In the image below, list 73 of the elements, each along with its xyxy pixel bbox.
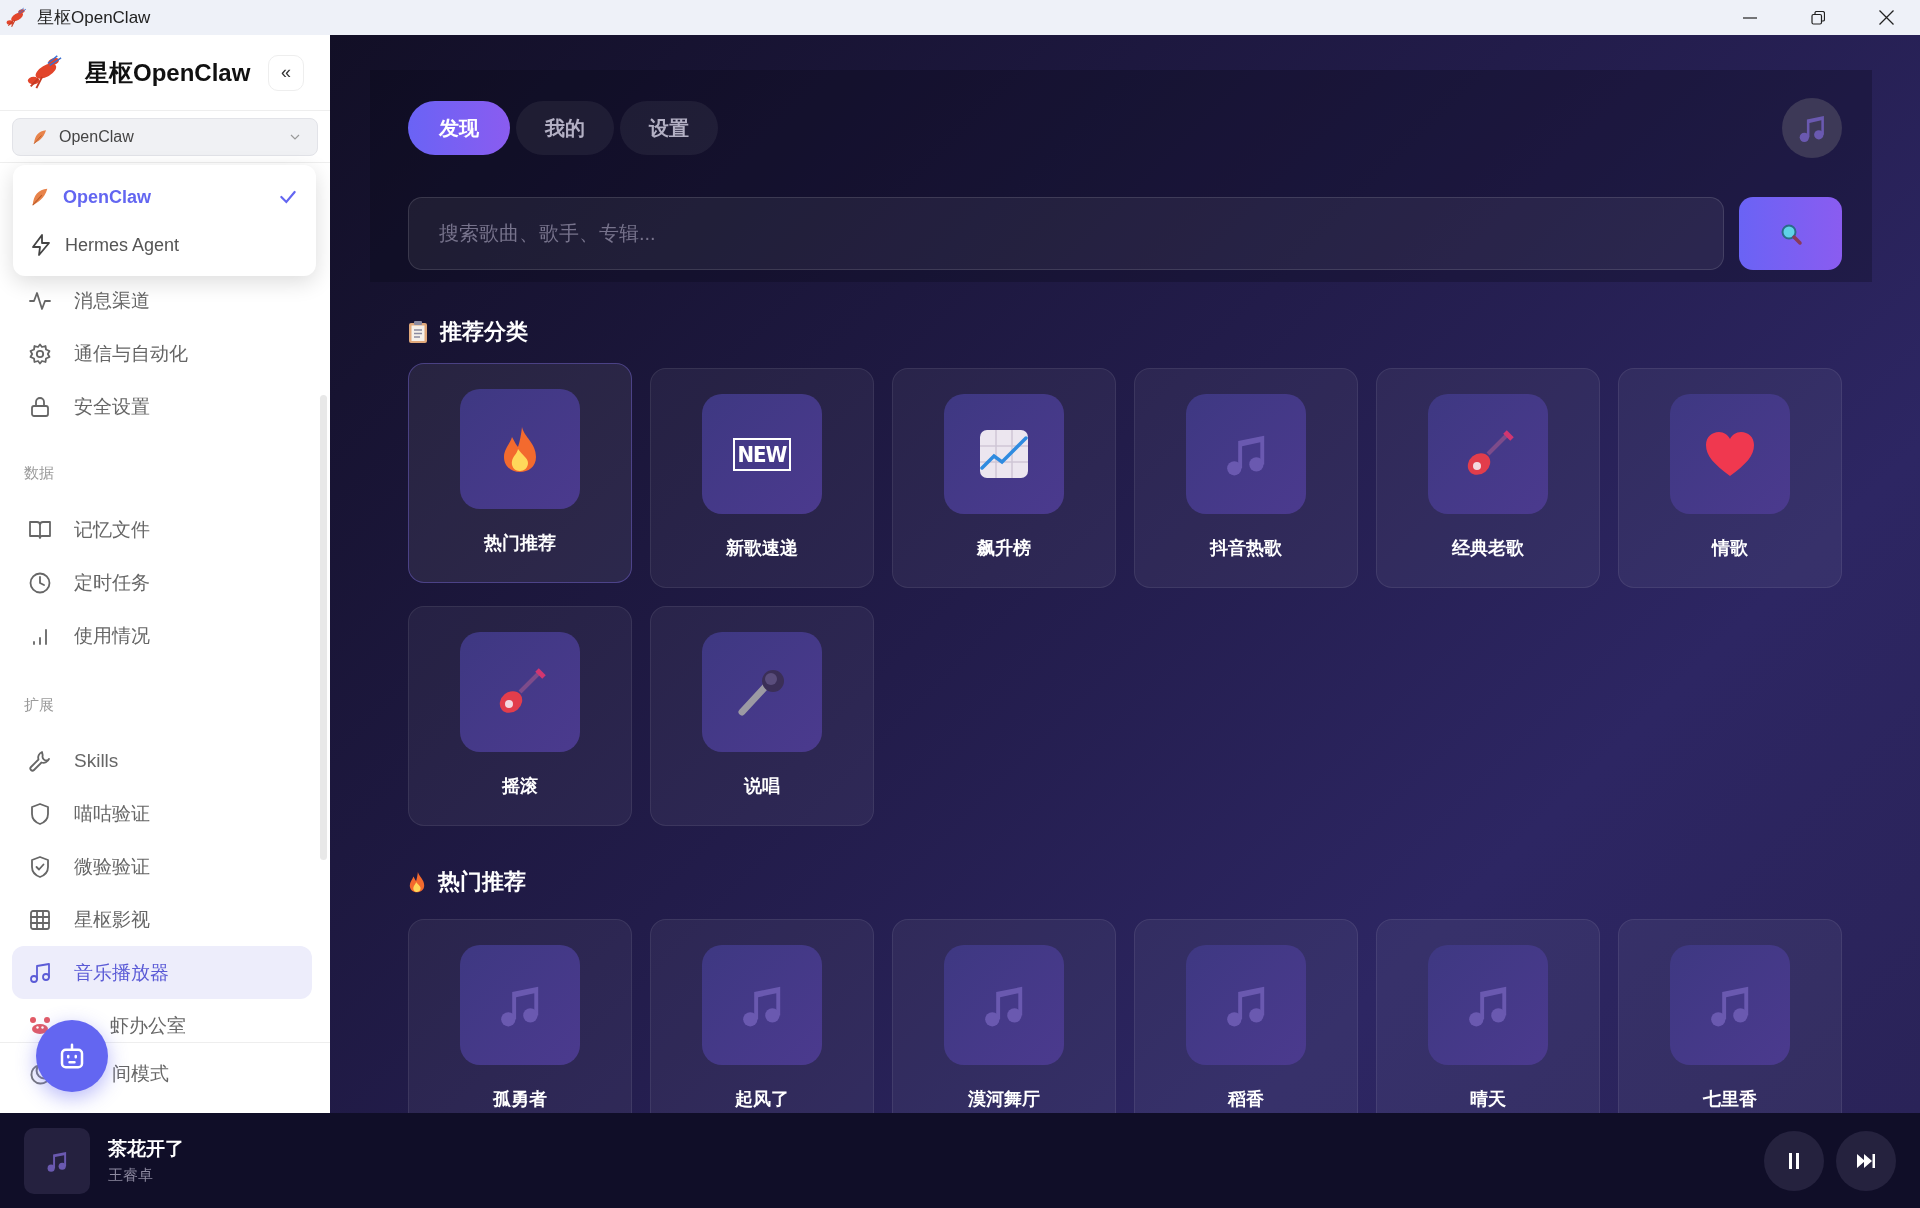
lock-icon [28, 394, 52, 419]
category-card[interactable]: 热门推荐 [408, 363, 632, 583]
category-label: 飙升榜 [977, 537, 1031, 560]
category-card[interactable]: 情歌 [1618, 368, 1842, 588]
wrench-icon [28, 748, 52, 773]
sidebar-item[interactable]: 定时任务 [12, 556, 312, 609]
tab[interactable]: 我的 [516, 101, 614, 155]
sidebar-item[interactable]: 使用情况 [12, 609, 312, 662]
close-icon [1878, 10, 1894, 25]
sidebar-item[interactable]: 星枢影视 [12, 893, 312, 946]
sidebar-item[interactable]: 音乐播放器 [12, 946, 312, 999]
profile-button[interactable] [1782, 98, 1842, 158]
sidebar-item[interactable]: 通信与自动化 [12, 327, 312, 380]
collapse-button[interactable]: « [268, 54, 304, 91]
category-card[interactable]: 飙升榜 [892, 368, 1116, 588]
tab[interactable]: 设置 [620, 101, 718, 155]
chart-icon [978, 428, 1030, 480]
song-title: 稻香 [1228, 1088, 1264, 1111]
category-card[interactable]: 经典老歌 [1376, 368, 1600, 588]
sidebar-item[interactable]: 安全设置 [12, 380, 312, 433]
clock-icon [28, 570, 52, 595]
section-title: 推荐分类 [440, 318, 528, 346]
category-card[interactable]: 摇滚 [408, 606, 632, 826]
app-name: 星枢OpenClaw [85, 57, 252, 88]
sidebar-item[interactable]: 消息渠道 [12, 274, 312, 327]
shield-icon [28, 801, 52, 826]
song-title: 漠河舞厅 [968, 1088, 1040, 1111]
category-card[interactable]: 抖音热歌 [1134, 368, 1358, 588]
lightning-icon [29, 233, 53, 257]
agent-menu-item[interactable]: Hermes Agent [13, 221, 316, 269]
category-label: 新歌速递 [726, 537, 798, 560]
category-label: 经典老歌 [1452, 537, 1524, 560]
category-label: 抖音热歌 [1210, 537, 1282, 560]
tab[interactable]: 发现 [408, 101, 510, 155]
song-title: 孤勇者 [493, 1088, 547, 1111]
feather-icon [31, 128, 49, 146]
skip-forward-icon [1856, 1152, 1876, 1169]
category-card[interactable]: 说唱 [650, 606, 874, 826]
song-title: 茶花开了 [108, 1137, 185, 1161]
sidebar-item[interactable]: Skills [12, 734, 312, 787]
fire-icon [408, 871, 426, 893]
settings-icon [28, 341, 52, 366]
category-label: 说唱 [744, 775, 780, 798]
agent-dropdown[interactable]: OpenClaw [12, 118, 318, 156]
category-card[interactable]: NEW 新歌速递 [650, 368, 874, 588]
shield-check-icon [28, 854, 52, 879]
app-logo-icon [5, 6, 27, 29]
restore-icon [1811, 10, 1825, 25]
new-badge-icon: NEW [732, 437, 792, 471]
song-title: 七里香 [1703, 1088, 1757, 1111]
section-label: 扩展 [23, 695, 55, 715]
section-title: 热门推荐 [438, 868, 526, 896]
section-label: 数据 [23, 463, 55, 483]
category-label: 摇滚 [502, 775, 538, 798]
window-title: 星枢OpenClaw [37, 7, 152, 29]
category-label: 情歌 [1712, 537, 1748, 560]
sidebar-item[interactable]: 虾办公室 [12, 999, 312, 1042]
agent-menu-item[interactable]: OpenClaw [13, 173, 316, 221]
sidebar-item[interactable]: 喵咕验证 [12, 787, 312, 840]
sidebar-item[interactable]: 记忆文件 [12, 503, 312, 556]
sidebar-item[interactable]: 微验验证 [12, 840, 312, 893]
search-button[interactable] [1739, 197, 1842, 270]
category-label: 热门推荐 [484, 532, 556, 555]
pause-icon [1787, 1151, 1801, 1170]
song-title: 起风了 [735, 1088, 789, 1111]
assistant-button[interactable] [36, 1020, 108, 1092]
clipboard-icon [408, 320, 428, 344]
music-icon [28, 960, 52, 985]
heart-icon [1704, 430, 1756, 478]
artist-name: 王睿卓 [108, 1166, 154, 1185]
minimize-icon [1743, 16, 1757, 19]
song-title: 晴天 [1470, 1088, 1506, 1111]
grid-icon [28, 907, 52, 932]
